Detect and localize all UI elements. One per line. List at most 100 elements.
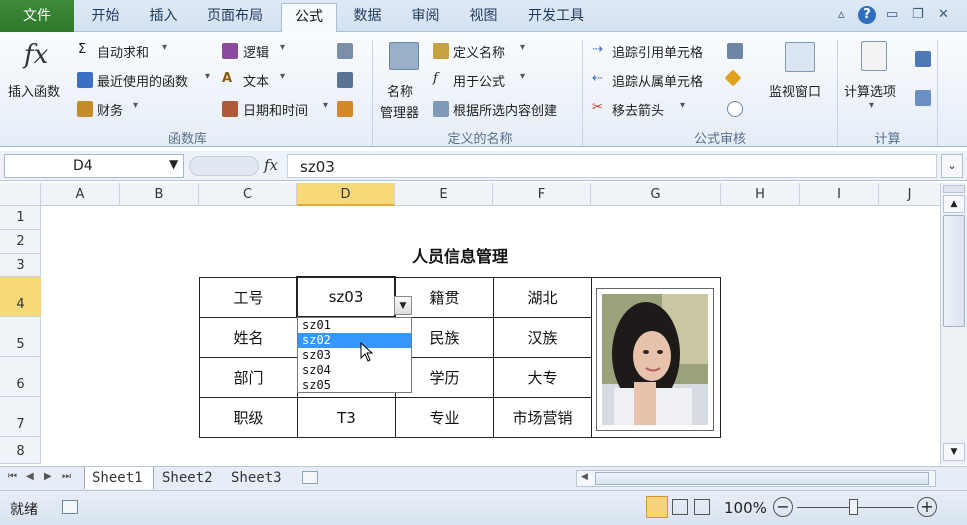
dropdown-option[interactable]: sz01: [298, 318, 411, 333]
last-sheet-icon[interactable]: ⏭: [62, 471, 71, 482]
chevron-down-icon[interactable]: ▾: [520, 71, 525, 82]
chevron-down-icon[interactable]: ▾: [280, 42, 285, 53]
column-header-f[interactable]: F: [493, 183, 591, 206]
sheet-tab-2[interactable]: Sheet2: [158, 467, 226, 489]
row-header-7[interactable]: 7: [0, 397, 41, 437]
name-manager-icon[interactable]: [389, 42, 419, 70]
watch-window-icon[interactable]: [785, 42, 815, 72]
finance-button[interactable]: 财务: [97, 100, 123, 119]
cell-value-edu[interactable]: 大专: [494, 358, 591, 397]
trace-precedents-button[interactable]: 追踪引用单元格: [612, 42, 703, 61]
column-header-c[interactable]: C: [199, 183, 297, 206]
chevron-down-icon[interactable]: ▾: [680, 100, 685, 111]
cell-label-name[interactable]: 姓名: [200, 318, 297, 357]
row-header-6[interactable]: 6: [0, 357, 41, 397]
column-header-i[interactable]: I: [800, 183, 879, 206]
zoom-level[interactable]: 100%: [724, 499, 767, 517]
first-sheet-icon[interactable]: ⏮: [8, 471, 17, 482]
chevron-down-icon[interactable]: ▾: [869, 100, 874, 111]
row-header-5[interactable]: 5: [0, 317, 41, 357]
scroll-down-icon[interactable]: ▼: [943, 443, 965, 461]
cell-label-id[interactable]: 工号: [200, 278, 297, 317]
column-header-d[interactable]: D: [297, 183, 395, 206]
prev-sheet-icon[interactable]: ◀: [26, 471, 34, 482]
chevron-down-icon[interactable]: ▾: [280, 71, 285, 82]
zoom-out-icon[interactable]: −: [773, 497, 793, 517]
column-header-g[interactable]: G: [591, 183, 721, 206]
active-cell-d4[interactable]: sz03: [296, 276, 396, 318]
tab-review[interactable]: 审阅: [398, 3, 453, 32]
tab-data[interactable]: 数据: [340, 3, 395, 32]
create-from-selection-button[interactable]: 根据所选内容创建: [453, 100, 557, 119]
scroll-left-icon[interactable]: ◀: [581, 472, 588, 482]
trace-dependents-button[interactable]: 追踪从属单元格: [612, 71, 703, 90]
zoom-slider-thumb[interactable]: [849, 499, 858, 515]
cell-label-major[interactable]: 专业: [396, 398, 493, 437]
name-manager-label-2[interactable]: 管理器: [380, 102, 419, 121]
tab-developer[interactable]: 开发工具: [514, 3, 598, 32]
chevron-down-icon[interactable]: ▾: [323, 100, 328, 111]
dropdown-option-highlighted[interactable]: sz02: [298, 333, 411, 348]
error-checking-icon[interactable]: [724, 69, 742, 87]
column-header-b[interactable]: B: [120, 183, 199, 206]
restore-icon[interactable]: ❐: [912, 7, 924, 22]
dropdown-option[interactable]: sz05: [298, 378, 411, 393]
photo-frame[interactable]: [596, 288, 714, 431]
show-formulas-icon[interactable]: [727, 43, 743, 59]
tab-view[interactable]: 视图: [456, 3, 511, 32]
row-header-2[interactable]: 2: [0, 230, 41, 254]
insert-function-button[interactable]: 插入函数: [8, 81, 60, 100]
tab-home[interactable]: 开始: [78, 3, 133, 32]
column-header-e[interactable]: E: [395, 183, 493, 206]
tab-insert[interactable]: 插入: [136, 3, 191, 32]
column-header-a[interactable]: A: [41, 183, 120, 206]
chevron-down-icon[interactable]: ▾: [520, 42, 525, 53]
scroll-up-icon[interactable]: ▲: [943, 195, 965, 213]
page-break-view-icon[interactable]: [694, 499, 710, 515]
split-box[interactable]: [943, 185, 965, 193]
dropdown-option[interactable]: sz03: [298, 348, 411, 363]
insert-sheet-icon[interactable]: [302, 471, 318, 484]
logic-button[interactable]: 逻辑: [243, 42, 269, 61]
calculator-icon[interactable]: [861, 41, 887, 71]
macro-record-icon[interactable]: [62, 500, 78, 514]
next-sheet-icon[interactable]: ▶: [44, 471, 52, 482]
validation-dropdown-list[interactable]: sz01 sz02 sz03 sz04 sz05: [297, 317, 412, 393]
tab-page-layout[interactable]: 页面布局: [194, 3, 276, 32]
math-icon[interactable]: [337, 72, 353, 88]
cell-value-ethnic[interactable]: 汉族: [494, 318, 591, 357]
cell-value-level[interactable]: T3: [298, 398, 395, 437]
horizontal-scrollbar[interactable]: ◀: [576, 470, 936, 487]
minimize-icon[interactable]: ▭: [886, 7, 898, 22]
watch-window-button[interactable]: 监视窗口: [769, 81, 821, 100]
calculation-options-button[interactable]: 计算选项: [844, 81, 896, 100]
calculate-now-icon[interactable]: [915, 51, 931, 67]
cell-value-major[interactable]: 市场营销: [494, 398, 591, 437]
expand-formula-icon[interactable]: ⌄: [941, 154, 963, 178]
dropdown-option[interactable]: sz04: [298, 363, 411, 378]
column-header-j[interactable]: J: [879, 183, 940, 206]
evaluate-formula-icon[interactable]: [727, 101, 743, 117]
insert-function-icon[interactable]: fx: [24, 40, 48, 70]
cell-label-dept[interactable]: 部门: [200, 358, 297, 397]
use-in-formula-button[interactable]: 用于公式: [453, 71, 505, 90]
name-box[interactable]: D4 ▼: [4, 154, 184, 178]
cell-value-hometown[interactable]: 湖北: [494, 278, 591, 317]
normal-view-icon[interactable]: [646, 496, 668, 518]
scroll-thumb[interactable]: [943, 215, 965, 327]
remove-arrows-button[interactable]: 移去箭头: [612, 100, 664, 119]
formula-bar-handle[interactable]: [189, 156, 259, 176]
chevron-down-icon[interactable]: ▾: [133, 100, 138, 111]
row-header-3[interactable]: 3: [0, 254, 41, 277]
insert-function-icon[interactable]: fx: [264, 156, 278, 174]
horizontal-scroll-thumb[interactable]: [595, 472, 929, 485]
tab-formulas[interactable]: 公式: [281, 3, 337, 32]
formula-input[interactable]: sz03: [287, 154, 937, 178]
select-all-corner[interactable]: [0, 183, 41, 206]
lookup-icon[interactable]: [337, 43, 353, 59]
help-icon[interactable]: ?: [858, 6, 876, 24]
zoom-in-icon[interactable]: +: [917, 497, 937, 517]
datetime-button[interactable]: 日期和时间: [243, 100, 308, 119]
close-icon[interactable]: ✕: [938, 7, 949, 22]
more-functions-icon[interactable]: [337, 101, 353, 117]
